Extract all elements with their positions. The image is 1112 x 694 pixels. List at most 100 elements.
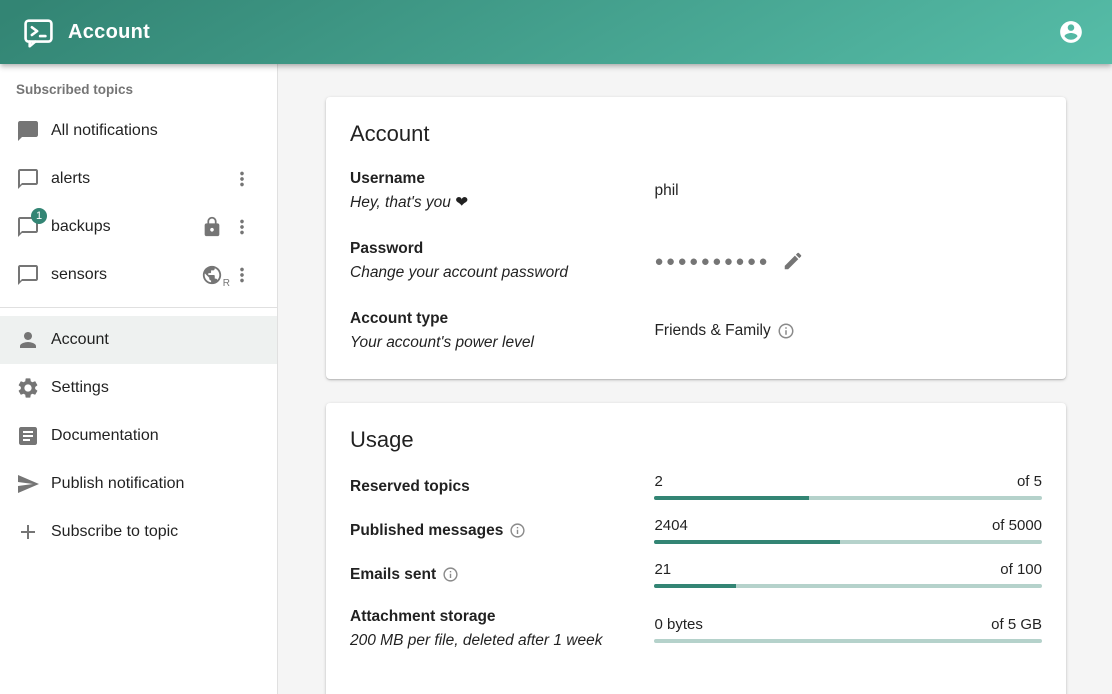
usage-progress-bar — [654, 584, 1042, 588]
usage-label-text: Published messages — [350, 522, 503, 539]
kebab-menu-icon — [231, 216, 253, 238]
edit-pencil-icon — [782, 250, 804, 272]
sidebar: Subscribed topics All notifications alert… — [0, 64, 278, 694]
reserved-r-label: R — [223, 278, 230, 289]
nav-label: Account — [51, 331, 109, 349]
usage-label-text: Reserved topics — [350, 478, 470, 495]
usage-limit: of 100 — [1000, 561, 1042, 578]
usage-sublabel: 200 MB per file, deleted after 1 week — [350, 629, 642, 653]
page-title: Account — [68, 21, 150, 44]
article-icon — [16, 424, 40, 448]
usage-progress-fill — [654, 584, 735, 588]
sidebar-item-subscribe-to-topic[interactable]: Subscribe to topic — [0, 508, 277, 556]
usage-progress-bar — [654, 496, 1042, 500]
info-icon — [509, 522, 526, 539]
chat-filled-icon — [16, 119, 40, 143]
info-icon — [442, 566, 459, 583]
chat-outline-icon: 1 — [16, 215, 40, 239]
unread-count-badge: 1 — [31, 208, 47, 224]
pref-value: Friends & Family — [654, 322, 1042, 340]
reserved-globe-icon: R — [201, 264, 223, 286]
usage-card: Usage Reserved topics 2 of 5 Published mess… — [326, 403, 1066, 694]
chat-outline-icon — [16, 263, 40, 287]
pref-row-account-type: Account typeYour account's power levelFr… — [350, 307, 1042, 355]
chat-outline-icon — [16, 263, 40, 287]
usage-label: Emails sent — [350, 563, 642, 587]
account-card: Account UsernameHey, that's you ❤philPas… — [326, 97, 1066, 379]
info-icon[interactable] — [509, 522, 526, 539]
usage-limit: of 5000 — [992, 517, 1042, 534]
sidebar-topic-backups[interactable]: 1backups — [0, 203, 277, 251]
topic-label: alerts — [51, 170, 90, 188]
app-bar: Account — [0, 0, 1112, 64]
usage-card-title: Usage — [350, 427, 1042, 453]
pref-sublabel: Your account's power level — [350, 331, 642, 355]
chat-outline-icon — [16, 167, 40, 191]
account-circle-button[interactable] — [1052, 13, 1090, 51]
lock-icon — [201, 216, 223, 238]
gear-icon — [16, 376, 40, 400]
usage-value: 2404 — [654, 517, 687, 534]
usage-row-published-messages: Published messages 2404 of 5000 — [350, 517, 1042, 544]
info-icon[interactable] — [777, 322, 795, 340]
sidebar-divider — [0, 307, 277, 308]
topic-label: backups — [51, 218, 111, 236]
kebab-menu-icon — [231, 264, 253, 286]
sidebar-item-publish-notification[interactable]: Publish notification — [0, 460, 277, 508]
usage-label: Attachment storage — [350, 605, 642, 629]
pref-row-password: PasswordChange your account password ●●●●… — [350, 237, 1042, 285]
send-icon — [16, 472, 40, 496]
kebab-menu-icon — [231, 168, 253, 190]
ntfy-logo-icon — [22, 16, 55, 49]
sidebar-item-settings[interactable]: Settings — [0, 364, 277, 412]
usage-row-reserved-topics: Reserved topics 2 of 5 — [350, 473, 1042, 500]
usage-label-text: Emails sent — [350, 566, 436, 583]
person-icon — [16, 328, 40, 352]
sidebar-topic-sensors[interactable]: sensors R — [0, 251, 277, 299]
topic-label: All notifications — [51, 122, 158, 140]
sidebar-item-documentation[interactable]: Documentation — [0, 412, 277, 460]
nav-label: Subscribe to topic — [51, 523, 178, 541]
usage-value: 2 — [654, 473, 662, 490]
usage-value: 21 — [654, 561, 671, 578]
sidebar-topic-alerts[interactable]: alerts — [0, 155, 277, 203]
usage-row-emails-sent: Emails sent 21 of 100 — [350, 561, 1042, 588]
usage-progress-fill — [654, 496, 809, 500]
topic-menu-button[interactable] — [231, 168, 253, 190]
send-icon — [16, 472, 40, 496]
usage-limit: of 5 GB — [991, 616, 1042, 633]
pref-label: Password — [350, 237, 642, 261]
nav-label: Publish notification — [51, 475, 184, 493]
plus-icon — [16, 520, 40, 544]
topic-menu-button[interactable] — [231, 216, 253, 238]
masked-password-value: ●●●●●●●●●● — [654, 253, 770, 270]
article-icon — [16, 424, 40, 448]
info-icon — [777, 322, 795, 340]
info-icon[interactable] — [442, 566, 459, 583]
usage-value: 0 bytes — [654, 616, 702, 633]
subscribed-topics-header: Subscribed topics — [0, 68, 277, 107]
pref-value-text: phil — [654, 182, 678, 200]
usage-limit: of 5 — [1017, 473, 1042, 490]
usage-progress-fill — [654, 540, 840, 544]
chat-outline-icon — [16, 167, 40, 191]
usage-label: Reserved topics — [350, 475, 642, 499]
chat-filled-icon — [16, 119, 40, 143]
topic-menu-button[interactable] — [231, 264, 253, 286]
nav-list: Account SettingsDocumentation Publish noti… — [0, 316, 277, 556]
plus-icon — [16, 520, 40, 544]
sidebar-item-account[interactable]: Account — [0, 316, 277, 364]
edit-password-button[interactable] — [776, 244, 810, 278]
topic-label: sensors — [51, 266, 107, 284]
usage-progress-bar — [654, 639, 1042, 643]
main-content: Account UsernameHey, that's you ❤philPas… — [278, 64, 1112, 694]
pref-value: ●●●●●●●●●● — [654, 244, 1042, 278]
usage-progress-bar — [654, 540, 1042, 544]
gear-icon — [16, 376, 40, 400]
pref-sublabel: Hey, that's you ❤ — [350, 191, 642, 215]
sidebar-topic-all-notifications[interactable]: All notifications — [0, 107, 277, 155]
account-card-title: Account — [350, 121, 1042, 147]
pref-sublabel: Change your account password — [350, 261, 642, 285]
pref-value-text: Friends & Family — [654, 322, 770, 340]
pref-row-username: UsernameHey, that's you ❤phil — [350, 167, 1042, 215]
